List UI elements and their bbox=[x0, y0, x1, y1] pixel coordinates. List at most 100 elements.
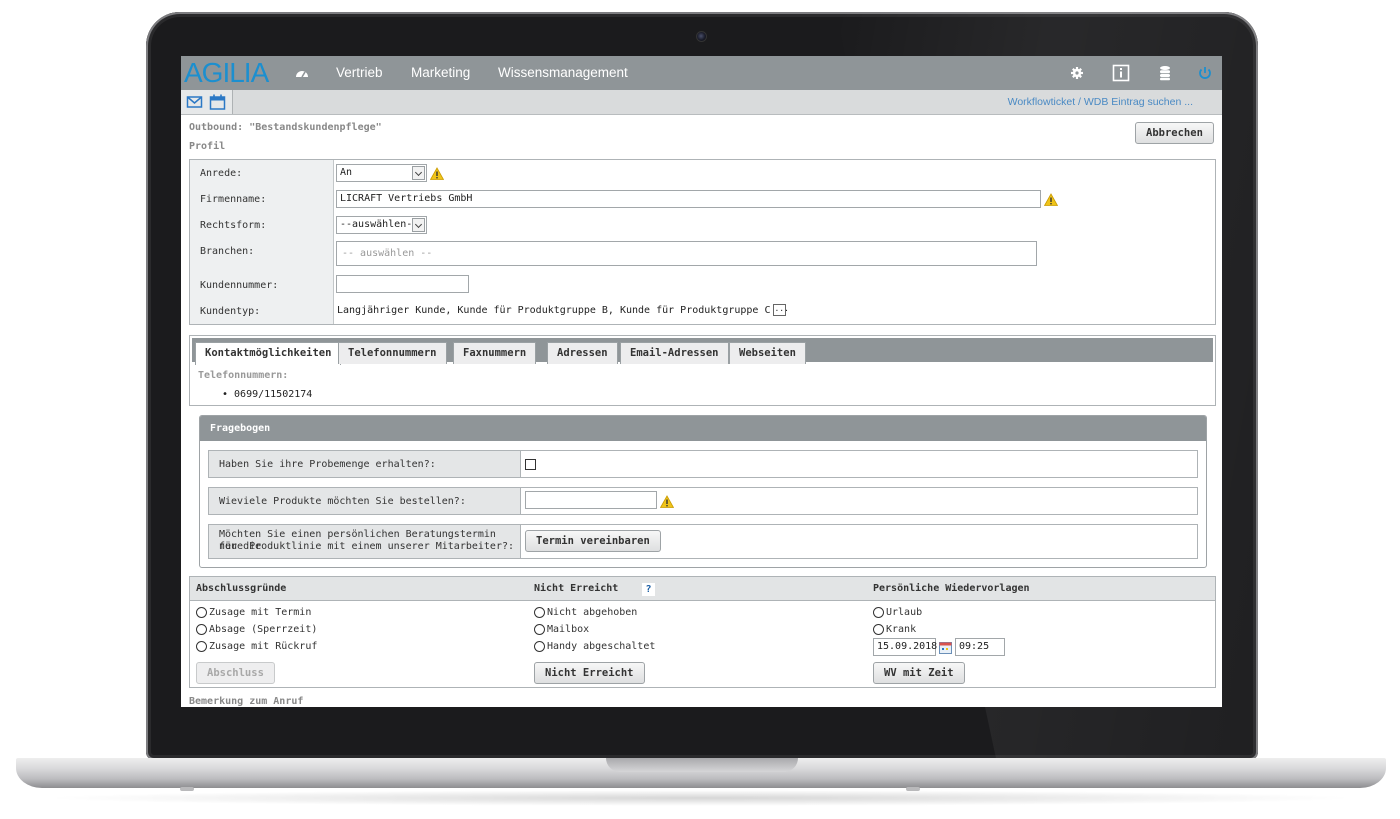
wv-time-input[interactable]: 09:25 bbox=[955, 638, 1005, 656]
toolbar-icons bbox=[181, 90, 233, 114]
radio-mailbox[interactable]: Mailbox bbox=[534, 624, 589, 635]
cancel-button[interactable]: Abbrechen bbox=[1135, 122, 1214, 144]
wv-date-input[interactable]: 15.09.2018 bbox=[873, 638, 937, 656]
radio-label: Zusage mit Rückruf bbox=[209, 641, 318, 652]
question-row: Haben Sie ihre Probemenge erhalten?: bbox=[208, 450, 1198, 478]
question-produktanzahl: Wieviele Produkte möchten Sie bestellen?… bbox=[219, 496, 466, 507]
tab-kontaktmoeglichkeiten[interactable]: Kontaktmöglichkeiten bbox=[195, 342, 342, 365]
firmenname-value: LICRAFT Vertriebs GmbH bbox=[340, 193, 473, 204]
rechtsform-label: Rechtsform: bbox=[200, 220, 267, 231]
help-icon[interactable]: ? bbox=[642, 583, 655, 596]
laptop-shadow bbox=[40, 790, 1360, 806]
firmenname-input[interactable]: LICRAFT Vertriebs GmbH bbox=[336, 190, 1041, 208]
question-row: Wieviele Produkte möchten Sie bestellen?… bbox=[208, 487, 1198, 515]
rechtsform-value: --auswählen-- bbox=[340, 219, 419, 230]
power-icon[interactable] bbox=[1196, 64, 1214, 82]
gear-icon[interactable] bbox=[1068, 64, 1086, 82]
chevron-down-icon bbox=[412, 166, 425, 180]
anrede-label: Anrede: bbox=[200, 168, 243, 179]
kundennummer-label: Kundennummer: bbox=[200, 280, 279, 291]
webcam bbox=[696, 31, 707, 42]
radio-zusage-mit-termin[interactable]: Zusage mit Termin bbox=[196, 607, 311, 618]
call-result-panel: Abschlussgründe Nicht Erreicht ? Persönl… bbox=[189, 576, 1216, 688]
radio-urlaub[interactable]: Urlaub bbox=[873, 607, 922, 618]
anrede-value: An bbox=[340, 167, 353, 178]
kundennummer-input[interactable] bbox=[336, 275, 469, 293]
radio-label: Krank bbox=[886, 624, 917, 635]
radio-label: Handy abgeschaltet bbox=[547, 641, 656, 652]
question-beratungstermin-line2: neue Produktlinie mit einem unserer Mita… bbox=[219, 541, 515, 552]
kundentyp-label: Kundentyp: bbox=[200, 306, 261, 317]
warning-icon bbox=[660, 495, 674, 508]
wv-mit-zeit-button[interactable]: WV mit Zeit bbox=[873, 662, 965, 684]
radio-nicht-abgehoben[interactable]: Nicht abgehoben bbox=[534, 607, 637, 618]
telefonnummern-heading: Telefonnummern: bbox=[198, 370, 289, 381]
radio-zusage-mit-rueckruf[interactable]: Zusage mit Rückruf bbox=[196, 641, 317, 652]
nav-marketing[interactable]: Marketing bbox=[411, 56, 470, 90]
warning-icon bbox=[430, 167, 444, 180]
question-row: Möchten Sie einen persönlichen Beratungs… bbox=[208, 524, 1198, 559]
produktanzahl-input[interactable] bbox=[525, 491, 657, 509]
call-result-header: Abschlussgründe Nicht Erreicht ? Persönl… bbox=[190, 577, 1215, 601]
chevron-down-icon bbox=[412, 218, 425, 232]
termin-vereinbaren-button[interactable]: Termin vereinbaren bbox=[525, 530, 661, 552]
dashboard-icon[interactable] bbox=[295, 66, 309, 80]
tab-adressen[interactable]: Adressen bbox=[547, 342, 618, 364]
radio-circle bbox=[196, 624, 207, 635]
screen: AGILIA Vertrieb Marketing Wissensmanagem… bbox=[181, 56, 1222, 707]
profile-label-column: Anrede: Firmenname: Rechtsform: Branchen… bbox=[190, 160, 334, 324]
abschlussgruende-title: Abschlussgründe bbox=[196, 583, 287, 594]
radio-circle bbox=[534, 607, 545, 618]
question-label-cell: Wieviele Produkte möchten Sie bestellen?… bbox=[209, 488, 521, 514]
abschluss-button[interactable]: Abschluss bbox=[196, 662, 275, 684]
tab-email-adressen[interactable]: Email-Adressen bbox=[620, 342, 729, 364]
branchen-select[interactable]: -- auswählen -- bbox=[336, 241, 1037, 266]
wiedervorlagen-title: Persönliche Wiedervorlagen bbox=[873, 583, 1030, 594]
kundentyp-value-row: Langjähriger Kunde, Kunde für Produktgru… bbox=[337, 304, 789, 316]
agilia-logo[interactable]: AGILIA bbox=[184, 56, 269, 90]
radio-label: Urlaub bbox=[886, 607, 923, 618]
firmenname-label: Firmenname: bbox=[200, 194, 267, 205]
radio-circle bbox=[534, 624, 545, 635]
branchen-placeholder: -- auswählen -- bbox=[342, 248, 433, 259]
calendar-icon[interactable] bbox=[209, 94, 226, 110]
contact-tabs-panel: Kontaktmöglichkeiten Telefonnummern Faxn… bbox=[189, 335, 1216, 406]
tab-bar: Kontaktmöglichkeiten Telefonnummern Faxn… bbox=[192, 338, 1213, 365]
kundentyp-edit-button[interactable]: ... bbox=[773, 304, 789, 316]
remark-heading: Bemerkung zum Anruf bbox=[189, 696, 304, 707]
branchen-label: Branchen: bbox=[200, 246, 255, 257]
page-title: Outbound: "Bestandskundenpflege" bbox=[189, 122, 382, 133]
probemenge-checkbox[interactable] bbox=[525, 459, 536, 470]
tab-telefonnummern[interactable]: Telefonnummern bbox=[338, 342, 447, 364]
radio-label: Nicht abgehoben bbox=[547, 607, 638, 618]
workflow-search-link[interactable]: Workflowticket / WDB Eintrag suchen ... bbox=[1008, 90, 1193, 114]
anrede-select[interactable]: An bbox=[336, 164, 427, 182]
mail-icon[interactable] bbox=[186, 94, 203, 110]
rechtsform-select[interactable]: --auswählen-- bbox=[336, 216, 427, 234]
question-label-cell: Möchten Sie einen persönlichen Beratungs… bbox=[209, 525, 521, 558]
question-label-cell: Haben Sie ihre Probemenge erhalten?: bbox=[209, 451, 521, 477]
fragebogen-title: Fragebogen bbox=[200, 416, 1206, 441]
radio-krank[interactable]: Krank bbox=[873, 624, 916, 635]
radio-circle bbox=[196, 607, 207, 618]
laptop-foot bbox=[180, 787, 194, 791]
info-icon[interactable] bbox=[1112, 64, 1130, 82]
nav-vertrieb[interactable]: Vertrieb bbox=[336, 56, 383, 90]
calendar-picker-icon[interactable] bbox=[939, 641, 952, 654]
radio-circle bbox=[873, 607, 884, 618]
radio-label: Mailbox bbox=[547, 624, 590, 635]
radio-handy-abgeschaltet[interactable]: Handy abgeschaltet bbox=[534, 641, 655, 652]
laptop-notch bbox=[606, 758, 798, 772]
tab-webseiten[interactable]: Webseiten bbox=[729, 342, 806, 364]
nav-wissensmanagement[interactable]: Wissensmanagement bbox=[498, 56, 628, 90]
tab-faxnummern[interactable]: Faxnummern bbox=[453, 342, 537, 364]
database-icon[interactable] bbox=[1156, 64, 1174, 82]
radio-circle bbox=[873, 624, 884, 635]
phone-number-item: • 0699/11502174 bbox=[222, 389, 313, 400]
radio-absage-sperrzeit[interactable]: Absage (Sperrzeit) bbox=[196, 624, 317, 635]
section-title-profil: Profil bbox=[189, 141, 226, 152]
laptop-foot bbox=[906, 787, 920, 791]
radio-label: Zusage mit Termin bbox=[209, 607, 312, 618]
nicht-erreicht-button[interactable]: Nicht Erreicht bbox=[534, 662, 645, 684]
toolbar: Workflowticket / WDB Eintrag suchen ... bbox=[181, 90, 1222, 115]
